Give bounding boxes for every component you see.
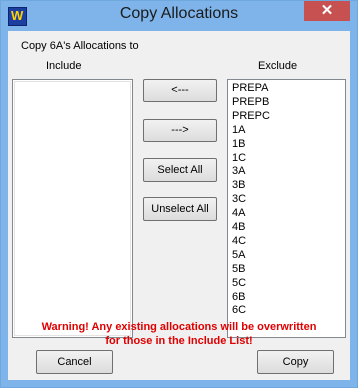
move-right-button[interactable]: ---> <box>143 119 217 142</box>
exclude-list-item[interactable]: 3B <box>232 179 245 192</box>
exclude-list-item[interactable]: 3C <box>232 193 246 206</box>
cancel-button[interactable]: Cancel <box>36 350 113 374</box>
exclude-listbox[interactable]: PREPA PREPB PREPC 1A 1B 1C 3A 3B 3C 4A 4B 4C 5A 5B 5C 6… <box>227 79 346 338</box>
include-label: Include <box>46 60 82 72</box>
warning-line-1: Warning! Any existing allocations will b… <box>41 321 317 333</box>
exclude-list-item[interactable]: PREPB <box>232 96 269 109</box>
move-left-button[interactable]: <--- <box>143 79 217 102</box>
exclude-list-item[interactable]: PREPC <box>232 110 270 123</box>
exclude-list-item[interactable]: 4A <box>232 207 245 220</box>
close-button[interactable]: ✕ <box>304 1 350 21</box>
copy-to-label: Copy 6A's Allocations to <box>21 40 139 52</box>
exclude-label: Exclude <box>258 60 298 72</box>
exclude-list-item[interactable]: 4C <box>232 235 246 248</box>
exclude-list-item[interactable]: 6B <box>232 291 245 304</box>
exclude-list-item[interactable]: 5B <box>232 263 245 276</box>
exclude-list-item[interactable]: 4B <box>232 221 245 234</box>
exclude-list-item[interactable]: 1A <box>232 124 245 137</box>
exclude-list-item[interactable]: 5C <box>232 277 246 290</box>
dialog-window: W Copy Allocations ✕ Copy 6A's Allocatio… <box>0 0 358 388</box>
dialog-body: Copy 6A's Allocations to Include Exclude… <box>8 31 350 380</box>
exclude-list-item[interactable]: PREPA <box>232 82 268 95</box>
exclude-list-item[interactable]: 3A <box>232 165 245 178</box>
copy-button[interactable]: Copy <box>257 350 334 374</box>
select-all-button[interactable]: Select All <box>143 158 217 182</box>
exclude-list-item[interactable]: 1C <box>232 152 246 165</box>
unselect-all-button[interactable]: Unselect All <box>143 197 217 221</box>
title-bar[interactable]: W Copy Allocations ✕ <box>1 1 357 31</box>
exclude-list-item[interactable]: 5A <box>232 249 245 262</box>
include-listbox[interactable] <box>12 79 133 338</box>
exclude-list-item[interactable]: 6C <box>232 304 246 317</box>
exclude-list-item[interactable]: 1B <box>232 138 245 151</box>
warning-line-2: for those in the Include List! <box>105 335 253 347</box>
